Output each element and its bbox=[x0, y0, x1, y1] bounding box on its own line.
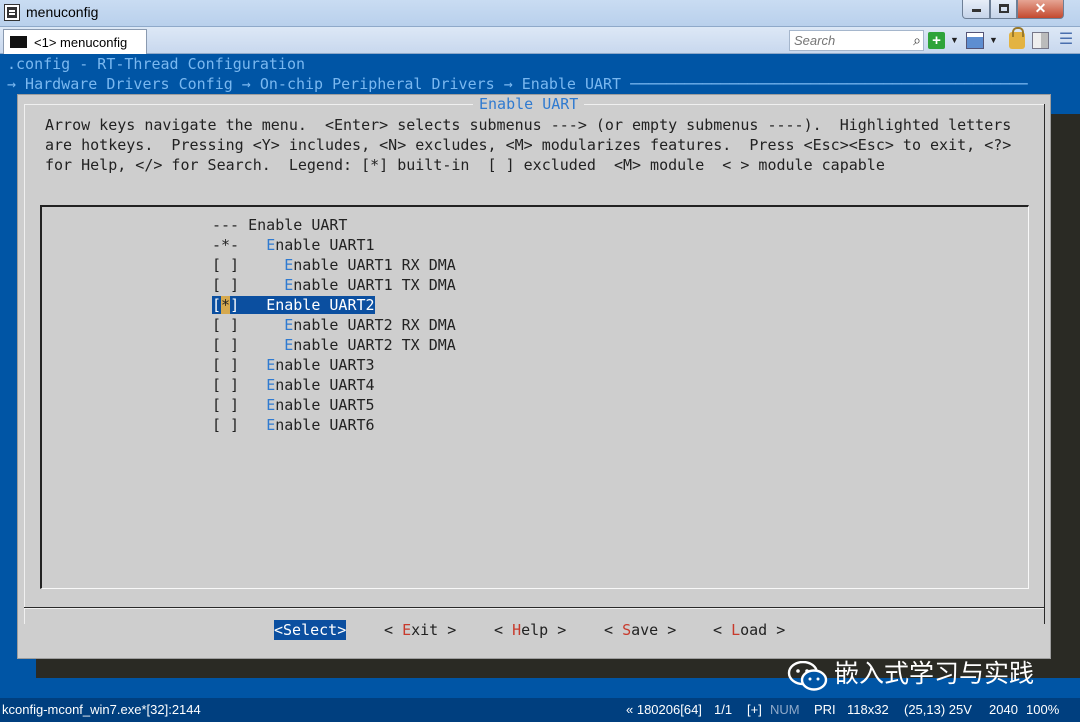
search-box: ⌕ bbox=[789, 30, 924, 51]
buffer-info: « 180206[64] bbox=[626, 702, 702, 717]
menu-item[interactable]: [ ] Enable UART5 bbox=[212, 395, 375, 415]
item-state: [ ] bbox=[212, 356, 240, 374]
terminal-app-icon bbox=[4, 4, 20, 21]
watermark-text: 嵌入式学习与实践 bbox=[834, 659, 1035, 688]
process-name: kconfig-mconf_win7.exe*[32]:2144 bbox=[2, 702, 201, 717]
help-line: are hotkeys. Pressing <Y> includes, <N> … bbox=[45, 136, 1012, 154]
window-titlebar: menuconfig ✕ bbox=[0, 0, 1080, 27]
lock-icon[interactable] bbox=[1009, 27, 1025, 49]
minimize-button[interactable] bbox=[962, 0, 990, 19]
add-icon[interactable]: + bbox=[928, 32, 945, 49]
item-state: [ ] bbox=[212, 276, 240, 294]
search-icon[interactable]: ⌕ bbox=[913, 32, 921, 49]
item-state: [ ] bbox=[212, 376, 240, 394]
panes-icon[interactable] bbox=[1032, 32, 1049, 49]
help-line: for Help, </> for Search. Legend: [*] bu… bbox=[45, 156, 885, 174]
cursor-position: (25,13) 25V bbox=[904, 702, 972, 717]
cursor: * bbox=[221, 296, 231, 314]
plus-indicator: [+] bbox=[747, 702, 762, 717]
wechat-icon bbox=[787, 661, 828, 691]
code-indicator: 2040 bbox=[989, 702, 1018, 717]
help-line: Arrow keys navigate the menu. <Enter> se… bbox=[45, 116, 1012, 134]
save-button[interactable]: < Save > bbox=[604, 620, 676, 640]
item-state: --- bbox=[212, 216, 240, 234]
window-title: menuconfig bbox=[26, 4, 99, 20]
menu-item[interactable]: [ ] Enable UART2 RX DMA bbox=[212, 315, 456, 335]
help-text: Arrow keys navigate the menu. <Enter> se… bbox=[45, 115, 1011, 175]
item-state: [ ] bbox=[212, 416, 240, 434]
menu-item[interactable]: [*] Enable UART2 bbox=[212, 295, 375, 315]
zoom-level: 100% bbox=[1026, 702, 1060, 717]
load-button[interactable]: < Load > bbox=[713, 620, 785, 640]
menu-item[interactable]: [ ] Enable UART1 TX DMA bbox=[212, 275, 456, 295]
dialog-title: Enable UART bbox=[473, 95, 585, 113]
dropdown-icon[interactable]: ▼ bbox=[950, 32, 960, 49]
menu-item[interactable]: [ ] Enable UART2 TX DMA bbox=[212, 335, 456, 355]
terminal-area[interactable]: .config - RT-Thread Configuration → Hard… bbox=[0, 54, 1080, 698]
menu-item[interactable]: [ ] Enable UART4 bbox=[212, 375, 375, 395]
tab-menuconfig[interactable]: <1> menuconfig bbox=[3, 29, 147, 54]
page-info: 1/1 bbox=[714, 702, 733, 717]
menu-item[interactable]: [ ] Enable UART3 bbox=[212, 355, 375, 375]
item-state: [ ] bbox=[212, 396, 240, 414]
dropdown-icon[interactable]: ▼ bbox=[989, 32, 999, 49]
menu-item[interactable]: -*- Enable UART1 bbox=[212, 235, 375, 255]
close-button[interactable]: ✕ bbox=[1017, 0, 1064, 19]
breadcrumb: → Hardware Drivers Config → On-chip Peri… bbox=[7, 75, 1028, 93]
pri-indicator: PRI bbox=[814, 702, 836, 717]
window-icon[interactable] bbox=[966, 32, 984, 49]
console-icon bbox=[10, 36, 27, 48]
dialog-frame-left bbox=[24, 104, 25, 624]
item-state: [ bbox=[212, 296, 222, 314]
menu-item[interactable]: [ ] Enable UART1 RX DMA bbox=[212, 255, 456, 275]
item-state: [ ] bbox=[212, 256, 240, 274]
divider bbox=[24, 608, 1044, 609]
item-state: -*- bbox=[212, 236, 240, 254]
maximize-button[interactable] bbox=[990, 0, 1017, 19]
tab-label: <1> menuconfig bbox=[34, 35, 128, 50]
search-input[interactable] bbox=[790, 31, 900, 50]
dialog-frame-right bbox=[1044, 104, 1045, 624]
menu-item[interactable]: [ ] Enable UART6 bbox=[212, 415, 375, 435]
maximize-icon bbox=[998, 4, 1009, 13]
hamburger-menu-icon[interactable]: ☰ bbox=[1058, 32, 1074, 49]
status-bar: kconfig-mconf_win7.exe*[32]:2144 « 18020… bbox=[0, 698, 1080, 722]
config-header: .config - RT-Thread Configuration bbox=[7, 55, 306, 73]
item-state: [ ] bbox=[212, 316, 240, 334]
select-button[interactable]: <Select> bbox=[274, 620, 347, 640]
menu-item[interactable]: --- Enable UART bbox=[212, 215, 347, 235]
exit-button[interactable]: < Exit > bbox=[384, 620, 456, 640]
menu-dialog: Enable UART Arrow keys navigate the menu… bbox=[17, 94, 1051, 659]
terminal-size: 118x32 bbox=[847, 702, 889, 717]
item-state: [ ] bbox=[212, 336, 240, 354]
tab-toolbar: <1> menuconfig ⌕ + ▼ ▼ ☰ bbox=[0, 27, 1080, 54]
close-icon: ✕ bbox=[1034, 0, 1047, 16]
minimize-icon bbox=[971, 9, 981, 12]
menu-list: --- Enable UART -*- Enable UART1[ ] Enabl… bbox=[40, 205, 1029, 589]
help-button[interactable]: < Help > bbox=[494, 620, 566, 640]
num-indicator: NUM bbox=[770, 702, 800, 717]
